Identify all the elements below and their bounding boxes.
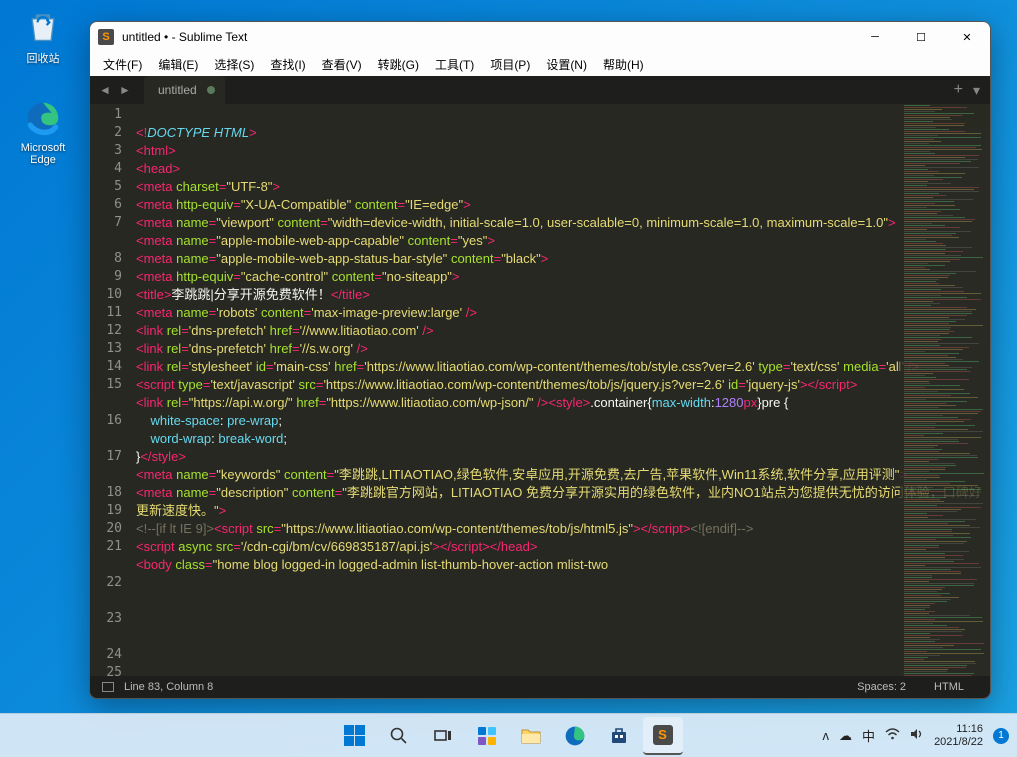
menu-item[interactable]: 选择(S): [207, 54, 261, 75]
start-button[interactable]: [335, 717, 375, 755]
taskbar: S ʌ ☁ 中 11:16 2021/8/22 1: [0, 713, 1017, 757]
time: 11:16: [934, 723, 983, 736]
desktop-icon-label: 回收站: [8, 50, 78, 66]
tray-chevron-icon[interactable]: ʌ: [823, 728, 830, 743]
tab-nav-back-icon[interactable]: ◄: [96, 81, 114, 99]
tab-label: untitled: [158, 83, 197, 97]
app-icon: S: [98, 29, 114, 45]
menu-item[interactable]: 编辑(E): [151, 54, 205, 75]
edge-taskbar-button[interactable]: [555, 717, 595, 755]
line-gutter[interactable]: 1 2 3 4 5 6 7 8 9 10 11 12 13 14 15 16 1…: [90, 104, 132, 676]
dirty-indicator-icon: [207, 86, 215, 94]
search-button[interactable]: [379, 717, 419, 755]
new-tab-button[interactable]: +: [948, 81, 969, 99]
menu-item[interactable]: 文件(F): [96, 54, 149, 75]
indentation-button[interactable]: Spaces: 2: [843, 681, 920, 693]
menu-item[interactable]: 查看(V): [315, 54, 369, 75]
onedrive-icon[interactable]: ☁: [839, 728, 852, 744]
window-title: untitled • - Sublime Text: [122, 30, 247, 44]
minimap[interactable]: [900, 104, 990, 676]
tab-nav-forward-icon[interactable]: ►: [116, 81, 134, 99]
recycle-bin-icon: [23, 6, 63, 46]
panel-switcher-icon[interactable]: [102, 682, 114, 692]
menubar: 文件(F)编辑(E)选择(S)查找(I)查看(V)转跳(G)工具(T)项目(P)…: [90, 52, 990, 76]
task-view-button[interactable]: [423, 717, 463, 755]
syntax-button[interactable]: HTML: [920, 681, 978, 693]
menu-item[interactable]: 设置(N): [539, 54, 594, 75]
maximize-button[interactable]: ☐: [898, 22, 944, 52]
wifi-icon[interactable]: [885, 728, 900, 743]
close-button[interactable]: ✕: [944, 22, 990, 52]
menu-item[interactable]: 项目(P): [483, 54, 537, 75]
volume-icon[interactable]: [910, 728, 924, 743]
tab-menu-button[interactable]: ▾: [969, 82, 984, 99]
statusbar: Line 83, Column 8 Spaces: 2 HTML: [90, 676, 990, 698]
cursor-position[interactable]: Line 83, Column 8: [124, 681, 213, 693]
sublime-text-window: S untitled • - Sublime Text ─ ☐ ✕ 文件(F)编…: [89, 21, 991, 699]
menu-item[interactable]: 工具(T): [428, 54, 481, 75]
file-explorer-button[interactable]: [511, 717, 551, 755]
ime-indicator[interactable]: 中: [862, 726, 875, 745]
store-button[interactable]: [599, 717, 639, 755]
clock[interactable]: 11:16 2021/8/22: [934, 723, 983, 749]
code-editor[interactable]: <!DOCTYPE HTML><html><head><meta charset…: [132, 104, 990, 676]
desktop-icon-recycle-bin[interactable]: 回收站: [8, 6, 78, 66]
menu-item[interactable]: 帮助(H): [596, 54, 651, 75]
notification-badge[interactable]: 1: [993, 728, 1009, 744]
desktop-icon-edge[interactable]: Microsoft Edge: [8, 98, 78, 166]
sublime-taskbar-button[interactable]: S: [643, 717, 683, 755]
date: 2021/8/22: [934, 736, 983, 749]
menu-item[interactable]: 查找(I): [263, 54, 312, 75]
minimize-button[interactable]: ─: [852, 22, 898, 52]
editor-tab[interactable]: untitled: [144, 76, 225, 104]
tabbar: ◄ ► untitled + ▾: [90, 76, 990, 104]
widgets-button[interactable]: [467, 717, 507, 755]
edge-icon: [23, 98, 63, 138]
titlebar[interactable]: S untitled • - Sublime Text ─ ☐ ✕: [90, 22, 990, 52]
desktop-icon-label: Microsoft Edge: [8, 142, 78, 166]
menu-item[interactable]: 转跳(G): [371, 54, 426, 75]
